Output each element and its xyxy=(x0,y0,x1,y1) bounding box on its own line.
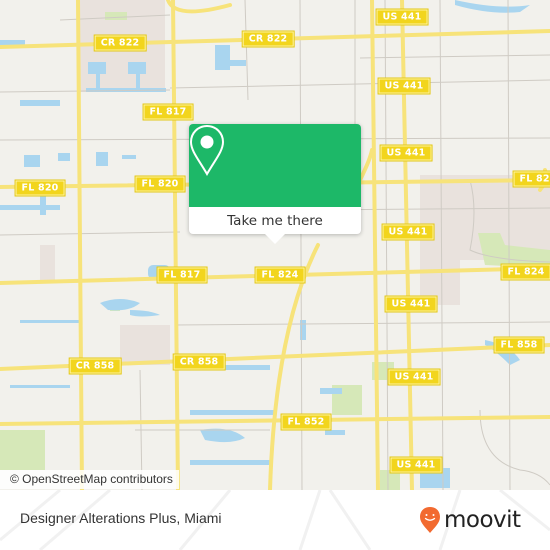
road-shield-cr858: CR 858 xyxy=(69,358,121,374)
road-shield-fl817: FL 817 xyxy=(143,104,193,120)
road-shield-fl820: FL 820 xyxy=(135,176,185,192)
road-shield-cr858: CR 858 xyxy=(173,354,225,370)
road-shield-fl824: FL 824 xyxy=(513,171,550,187)
road-shield-us441: US 441 xyxy=(390,457,442,473)
road-shield-fl820: FL 820 xyxy=(15,180,65,196)
moovit-wordmark: moovit xyxy=(444,507,521,533)
map-view[interactable]: CR 822 CR 822 US 441 US 441 FL 817 US 44… xyxy=(0,0,550,490)
road-shield-cr822: CR 822 xyxy=(242,31,294,47)
moovit-face-icon xyxy=(420,507,440,533)
road-shield-fl858: FL 858 xyxy=(494,337,544,353)
map-base-layer xyxy=(0,0,550,490)
popup-pointer xyxy=(265,234,285,244)
location-pin-icon xyxy=(189,124,225,176)
take-me-there-button[interactable]: Take me there xyxy=(189,207,361,234)
road-shield-us441: US 441 xyxy=(385,296,437,312)
road-shield-us441: US 441 xyxy=(382,224,434,240)
popup-header xyxy=(189,124,361,207)
road-shield-fl852: FL 852 xyxy=(281,414,331,430)
road-shield-cr822: CR 822 xyxy=(94,35,146,51)
location-popup: Take me there xyxy=(189,124,361,244)
road-shield-fl824: FL 824 xyxy=(255,267,305,283)
place-name: Designer Alterations Plus, Miami xyxy=(20,510,222,526)
moovit-logo[interactable]: moovit xyxy=(419,506,521,534)
road-shield-us441: US 441 xyxy=(376,9,428,25)
road-shield-fl817: FL 817 xyxy=(157,267,207,283)
road-shield-us441: US 441 xyxy=(388,369,440,385)
road-shield-us441: US 441 xyxy=(380,145,432,161)
road-shield-fl824: FL 824 xyxy=(501,264,550,280)
map-attribution[interactable]: © OpenStreetMap contributors xyxy=(0,470,179,489)
road-shield-us441: US 441 xyxy=(378,78,430,94)
